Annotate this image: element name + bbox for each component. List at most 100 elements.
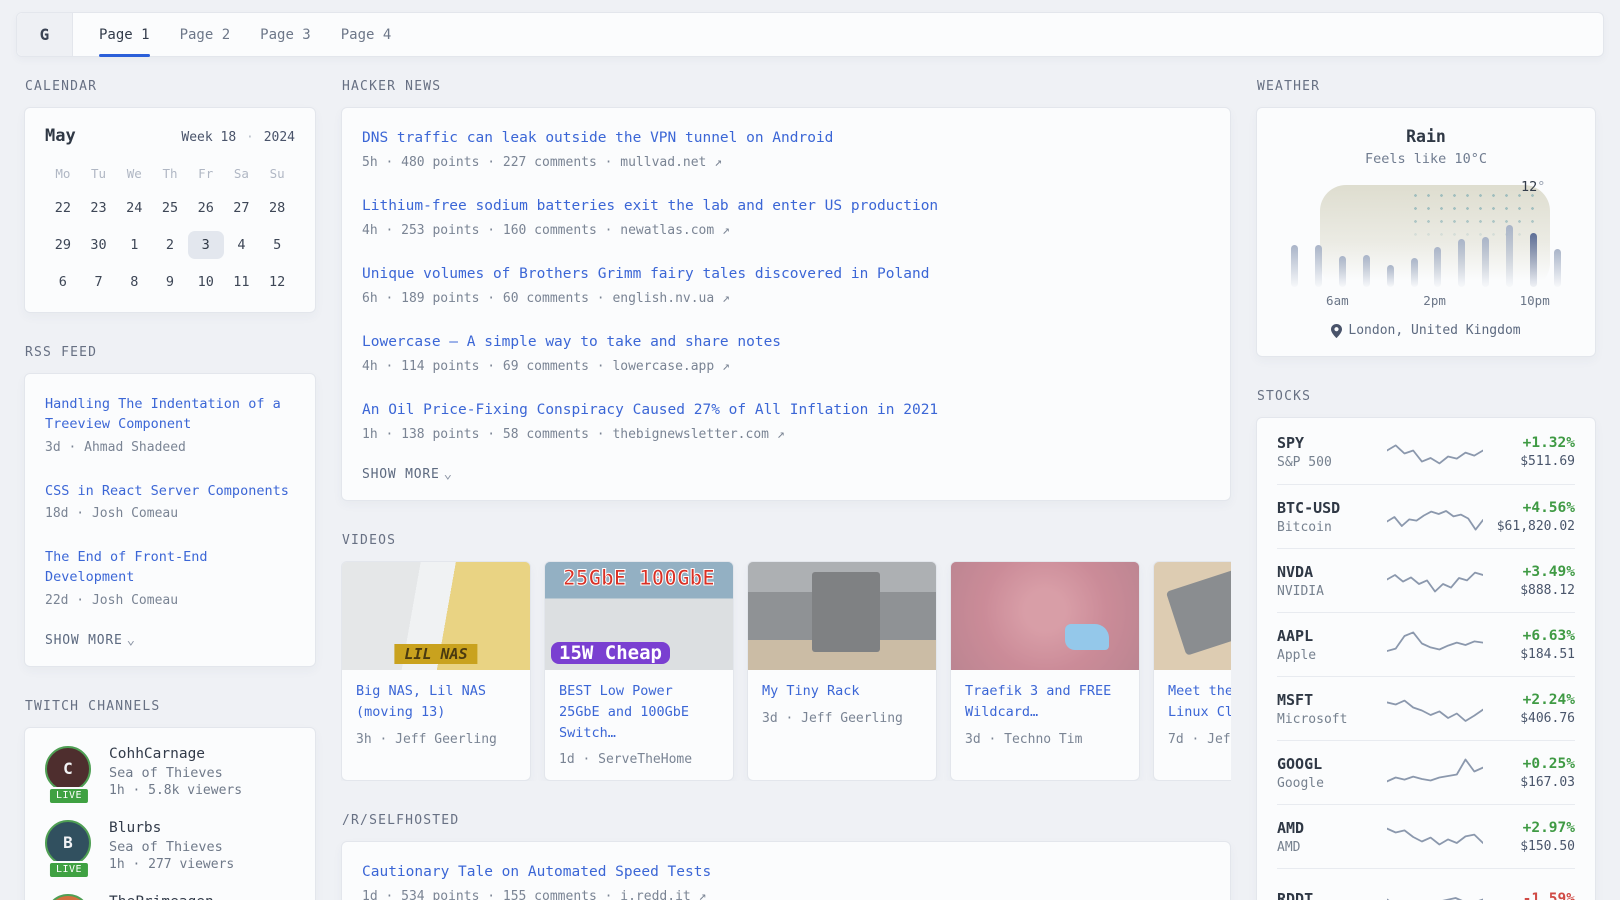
video-title[interactable]: My Tiny Rack xyxy=(762,681,922,702)
rss-item-title[interactable]: Handling The Indentation of a Treeview C… xyxy=(45,394,295,435)
calendar-day: 24 xyxy=(116,194,152,222)
twitch-channel-row[interactable]: CLIVECohhCarnageSea of Thieves1h · 5.8k … xyxy=(45,746,295,798)
stock-change-percent: +2.97% xyxy=(1483,820,1575,836)
weather-section-header: WEATHER xyxy=(1257,79,1596,94)
sparkline-chart xyxy=(1387,499,1483,535)
calendar-day: 25 xyxy=(152,194,188,222)
video-card[interactable]: Traefik 3 and FREE Wildcard…3d · Techno … xyxy=(950,561,1140,782)
app-logo[interactable]: G xyxy=(17,13,73,56)
rss-item-title[interactable]: CSS in React Server Components xyxy=(45,481,295,501)
twitch-channel-meta: 1h · 277 viewers xyxy=(109,857,234,872)
stock-company-name: S&P 500 xyxy=(1277,455,1387,470)
stock-row[interactable]: GOOGLGoogle+0.25%$167.03 xyxy=(1277,740,1575,804)
calendar-day: 29 xyxy=(45,231,81,259)
calendar-grid: MoTuWeThFrSaSu22232425262728293012345678… xyxy=(45,162,295,296)
stock-change-percent: +2.24% xyxy=(1483,692,1575,708)
twitch-channel-row[interactable]: BLIVEBlurbsSea of Thieves1h · 277 viewer… xyxy=(45,820,295,872)
sparkline-chart xyxy=(1387,627,1483,663)
rss-show-more-button[interactable]: SHOW MORE⌄ xyxy=(45,632,295,648)
video-title[interactable]: Big NAS, Lil NAS (moving 13) xyxy=(356,681,516,723)
video-thumbnail[interactable]: FAS xyxy=(1154,562,1231,670)
stock-row[interactable]: RDDT-1.59% xyxy=(1277,868,1575,900)
calendar-day: 22 xyxy=(45,194,81,222)
video-card-body: BEST Low Power 25GbE and 100GbE Switch… 1… xyxy=(545,670,733,781)
tab-page-1[interactable]: Page 1 xyxy=(99,13,150,56)
chevron-down-icon: ⌄ xyxy=(444,466,453,482)
hackernews-item-title[interactable]: Lowercase – A simple way to take and sha… xyxy=(362,332,1210,354)
weather-temp-bar xyxy=(1506,225,1513,287)
docker-whale-shape xyxy=(1065,624,1109,650)
weather-bar-slot xyxy=(1283,183,1307,287)
video-card[interactable]: 25GbE 100GbE15W CheapBEST Low Power 25Gb… xyxy=(544,561,734,782)
tab-page-2[interactable]: Page 2 xyxy=(180,13,231,56)
hackernews-item-title[interactable]: Unique volumes of Brothers Grimm fairy t… xyxy=(362,264,1210,286)
video-thumbnail[interactable]: LIL NAS xyxy=(342,562,530,670)
tab-page-4[interactable]: Page 4 xyxy=(341,13,392,56)
top-navigation: G Page 1 Page 2 Page 3 Page 4 xyxy=(16,12,1604,57)
sparkline-chart xyxy=(1387,755,1483,791)
thumbnail-caption: 15W Cheap xyxy=(551,642,670,664)
circuit-board-shape xyxy=(1166,562,1231,656)
calendar-day: 26 xyxy=(188,194,224,222)
stock-identity: SPYS&P 500 xyxy=(1277,434,1387,470)
calendar-week-year: Week 18 · 2024 xyxy=(181,130,295,145)
rss-widget: Handling The Indentation of a Treeview C… xyxy=(24,373,316,667)
reddit-item-title[interactable]: Cautionary Tale on Automated Speed Tests xyxy=(362,862,1210,884)
stock-row[interactable]: SPYS&P 500 +1.32%$511.69 xyxy=(1277,420,1575,484)
calendar-widget: May Week 18 · 2024 MoTuWeThFrSaSu2223242… xyxy=(24,107,316,313)
stock-sparkline xyxy=(1387,563,1483,599)
video-thumbnail[interactable]: 25GbE 100GbE15W Cheap xyxy=(545,562,733,670)
video-title[interactable]: Traefik 3 and FREE Wildcard… xyxy=(965,681,1125,723)
video-card-body: Traefik 3 and FREE Wildcard…3d · Techno … xyxy=(951,670,1139,760)
video-thumbnail[interactable] xyxy=(748,562,936,670)
video-card[interactable]: My Tiny Rack3d · Jeff Geerling xyxy=(747,561,937,782)
video-card-body: Big NAS, Lil NAS (moving 13)3h · Jeff Ge… xyxy=(342,670,530,760)
hackernews-item-title[interactable]: DNS traffic can leak outside the VPN tun… xyxy=(362,128,1210,150)
rss-item-title[interactable]: The End of Front-End Development xyxy=(45,547,295,588)
calendar-day: 8 xyxy=(116,268,152,296)
stock-values: +1.32%$511.69 xyxy=(1483,435,1575,469)
weather-temp-bar xyxy=(1363,255,1370,287)
stock-row[interactable]: BTC-USDBitcoin +4.56%$61,820.02 xyxy=(1277,484,1575,548)
twitch-channel-name: CohhCarnage xyxy=(109,746,242,762)
stock-identity: BTC-USDBitcoin xyxy=(1277,499,1387,535)
stock-price: $406.76 xyxy=(1483,711,1575,726)
hackernews-item-title[interactable]: Lithium-free sodium batteries exit the l… xyxy=(362,196,1210,218)
twitch-avatar-wrap: CLIVE xyxy=(45,746,93,798)
hackernews-item-meta: 4h · 253 points · 160 comments · newatla… xyxy=(362,222,1210,240)
video-title[interactable]: BEST Low Power 25GbE and 100GbE Switch… xyxy=(559,681,719,744)
stock-change-percent: +6.63% xyxy=(1483,628,1575,644)
stock-row[interactable]: NVDANVIDIA+3.49%$888.12 xyxy=(1277,548,1575,612)
video-card[interactable]: LIL NASBig NAS, Lil NAS (moving 13)3h · … xyxy=(341,561,531,782)
hackernews-show-more-button[interactable]: SHOW MORE⌄ xyxy=(362,466,1210,482)
stock-company-name: Apple xyxy=(1277,648,1387,663)
stock-sparkline xyxy=(1387,819,1483,855)
stock-row[interactable]: AAPLApple+6.63%$184.51 xyxy=(1277,612,1575,676)
video-title[interactable]: Meet the Linux Clu xyxy=(1168,681,1231,723)
weather-temp-bar xyxy=(1291,245,1298,287)
rss-item-meta: 3d · Ahmad Shadeed xyxy=(45,439,295,457)
stock-identity: GOOGLGoogle xyxy=(1277,755,1387,791)
avatar: C xyxy=(45,746,91,792)
hackernews-item-title[interactable]: An Oil Price-Fixing Conspiracy Caused 27… xyxy=(362,400,1210,422)
twitch-section: TWITCH CHANNELS CLIVECohhCarnageSea of T… xyxy=(24,699,316,900)
twitch-channel-row[interactable]: PThePrimeagen xyxy=(45,894,295,900)
hackernews-section: HACKER NEWS DNS traffic can leak outside… xyxy=(341,79,1231,501)
live-badge: LIVE xyxy=(48,861,90,879)
video-card[interactable]: FASMeet the Linux Clu7d · Jeff Geerling xyxy=(1153,561,1231,782)
stock-row[interactable]: MSFTMicrosoft+2.24%$406.76 xyxy=(1277,676,1575,740)
stock-change-percent: +3.49% xyxy=(1483,564,1575,580)
rack-shape xyxy=(812,572,880,652)
tab-page-3[interactable]: Page 3 xyxy=(260,13,311,56)
video-meta: 1d · ServeTheHome xyxy=(559,752,719,767)
weather-bar-slot xyxy=(1474,183,1498,287)
stock-company-name: Google xyxy=(1277,776,1387,791)
video-thumbnail[interactable] xyxy=(951,562,1139,670)
calendar-weekday: Tu xyxy=(81,162,117,185)
stock-change-percent: +0.25% xyxy=(1483,756,1575,772)
stock-sparkline xyxy=(1387,627,1483,663)
calendar-weekday: Sa xyxy=(224,162,260,185)
stock-row[interactable]: AMDAMD+2.97%$150.50 xyxy=(1277,804,1575,868)
stock-values: +4.56%$61,820.02 xyxy=(1483,500,1575,534)
hackernews-item: DNS traffic can leak outside the VPN tun… xyxy=(362,128,1210,172)
